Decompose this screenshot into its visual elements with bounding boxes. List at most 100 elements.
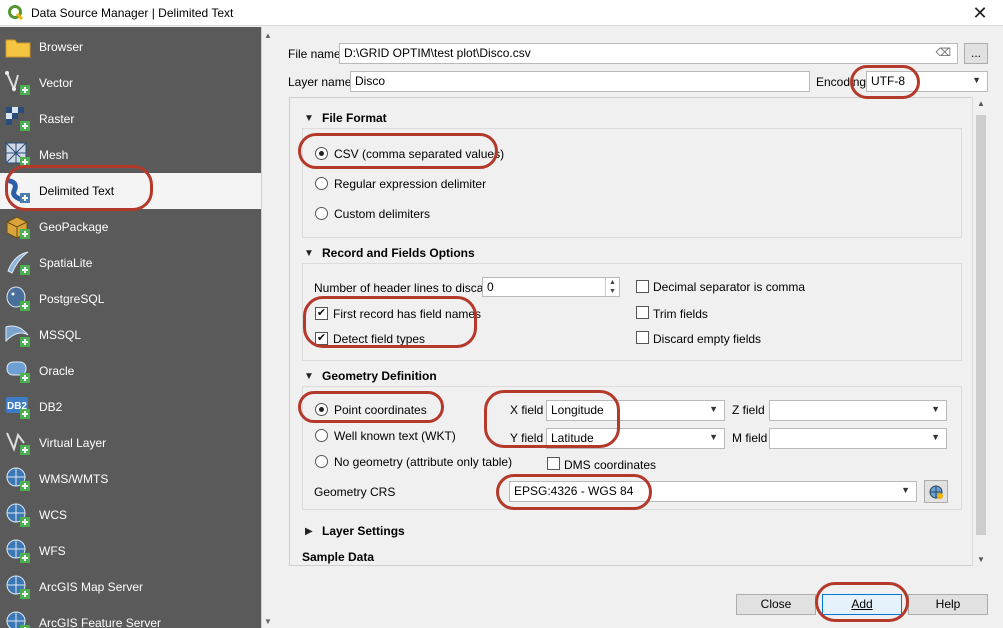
sidebar-item-delimited-text[interactable]: Delimited Text bbox=[0, 173, 261, 209]
spin-arrows-icon[interactable]: ▲ ▼ bbox=[605, 278, 619, 296]
csv-label: CSV (comma separated values) bbox=[334, 147, 505, 161]
sidebar-item-wcs[interactable]: WCS bbox=[0, 497, 261, 533]
delimited-text-icon bbox=[7, 178, 30, 203]
chevron-down-icon: ▼ bbox=[901, 485, 910, 495]
sidebar-item-label: GeoPackage bbox=[39, 220, 109, 234]
sidebar-item-db2[interactable]: DB2 DB2 bbox=[0, 389, 261, 425]
sidebar-item-oracle[interactable]: Oracle bbox=[0, 353, 261, 389]
y-field-label: Y field bbox=[510, 431, 544, 445]
trim-fields-label: Trim fields bbox=[653, 307, 708, 321]
wkt-radio[interactable] bbox=[315, 429, 328, 442]
scroll-down-icon[interactable]: ▼ bbox=[264, 617, 272, 626]
scroll-up-icon[interactable]: ▲ bbox=[977, 99, 985, 108]
chevron-down-icon: ▼ bbox=[709, 404, 718, 414]
csv-radio[interactable] bbox=[315, 147, 328, 160]
spatialite-icon bbox=[7, 251, 30, 275]
detect-types-checkbox[interactable]: ✔ bbox=[315, 332, 328, 345]
collapse-triangle-icon[interactable]: ▼ bbox=[304, 248, 314, 259]
globe-icon bbox=[929, 485, 943, 499]
scrollbar-thumb[interactable] bbox=[976, 115, 986, 535]
layer-name-input[interactable]: Disco bbox=[350, 71, 810, 92]
sidebar-item-browser[interactable]: Browser bbox=[0, 29, 261, 65]
crs-select[interactable]: EPSG:4326 - WGS 84 ▼ bbox=[509, 481, 917, 502]
z-field-select[interactable]: ▼ bbox=[769, 400, 947, 421]
add-button[interactable]: Add bbox=[822, 594, 902, 615]
wfs-icon bbox=[6, 539, 30, 563]
sidebar-scrollbar[interactable]: ▲ ▼ bbox=[261, 27, 273, 628]
sidebar-item-label: Vector bbox=[39, 76, 74, 90]
sidebar-item-mssql[interactable]: MSSQL bbox=[0, 317, 261, 353]
record-options-title[interactable]: Record and Fields Options bbox=[322, 246, 475, 260]
no-geometry-label: No geometry (attribute only table) bbox=[334, 455, 513, 469]
help-button[interactable]: Help bbox=[908, 594, 988, 615]
sidebar-item-virtual-layer[interactable]: Virtual Layer bbox=[0, 425, 261, 461]
crs-selector-button[interactable] bbox=[924, 480, 948, 503]
sidebar-item-wms[interactable]: WMS/WMTS bbox=[0, 461, 261, 497]
sidebar-item-vector[interactable]: Vector bbox=[0, 65, 261, 101]
m-field-select[interactable]: ▼ bbox=[769, 428, 947, 449]
sidebar-item-spatialite[interactable]: SpatiaLite bbox=[0, 245, 261, 281]
wms-icon bbox=[6, 467, 30, 491]
close-window-icon[interactable]: ✕ bbox=[967, 3, 993, 24]
file-name-label: File name bbox=[288, 47, 341, 61]
trim-fields-checkbox[interactable] bbox=[636, 306, 649, 319]
sidebar-item-label: SpatiaLite bbox=[39, 256, 93, 270]
collapse-triangle-icon[interactable]: ▼ bbox=[304, 113, 314, 124]
virtual-layer-icon bbox=[6, 432, 30, 455]
point-coordinates-radio[interactable] bbox=[315, 403, 328, 416]
encoding-select[interactable]: UTF-8 ▼ bbox=[866, 71, 988, 92]
file-format-title[interactable]: File Format bbox=[322, 111, 387, 125]
sidebar-item-label: PostgreSQL bbox=[39, 292, 105, 306]
browse-button[interactable]: ... bbox=[964, 43, 988, 64]
regex-radio[interactable] bbox=[315, 177, 328, 190]
expand-triangle-icon[interactable]: ▶ bbox=[305, 526, 313, 537]
y-field-select[interactable]: Latitude ▼ bbox=[546, 428, 725, 449]
layer-settings-title[interactable]: Layer Settings bbox=[322, 524, 405, 538]
file-name-input[interactable]: D:\GRID OPTIM\test plot\Disco.csv ⌫ bbox=[339, 43, 958, 64]
regex-label: Regular expression delimiter bbox=[334, 177, 487, 191]
header-lines-spinbox[interactable]: 0 ▲ ▼ bbox=[482, 277, 620, 297]
encoding-label: Encoding bbox=[816, 75, 867, 89]
options-scrollbar[interactable]: ▲ ▼ bbox=[972, 97, 988, 566]
discard-empty-checkbox[interactable] bbox=[636, 331, 649, 344]
header-lines-label: Number of header lines to discard bbox=[314, 281, 495, 295]
close-button[interactable]: Close bbox=[736, 594, 816, 615]
geometry-title[interactable]: Geometry Definition bbox=[322, 369, 437, 383]
header-lines-value: 0 bbox=[487, 280, 494, 294]
sidebar-item-label: MSSQL bbox=[39, 328, 82, 342]
first-record-checkbox[interactable]: ✔ bbox=[315, 307, 328, 320]
qgis-logo-icon bbox=[8, 4, 24, 20]
x-field-select[interactable]: Longitude ▼ bbox=[546, 400, 725, 421]
sidebar-item-wfs[interactable]: WFS bbox=[0, 533, 261, 569]
add-button-label: Add bbox=[851, 597, 873, 611]
custom-delimiters-radio[interactable] bbox=[315, 207, 328, 220]
collapse-triangle-icon[interactable]: ▼ bbox=[304, 371, 314, 382]
sidebar-item-arcgis-map-server[interactable]: ArcGIS Map Server bbox=[0, 569, 261, 605]
sidebar: Browser Vector Raster Mesh Delimited Tex… bbox=[0, 27, 261, 628]
geopackage-icon bbox=[6, 216, 30, 239]
scroll-up-icon[interactable]: ▲ bbox=[264, 31, 272, 40]
clear-input-icon[interactable]: ⌫ bbox=[935, 46, 951, 59]
sidebar-item-geopackage[interactable]: GeoPackage bbox=[0, 209, 261, 245]
mesh-icon bbox=[5, 142, 30, 167]
decimal-comma-checkbox[interactable] bbox=[636, 280, 649, 293]
sidebar-item-label: ArcGIS Map Server bbox=[39, 580, 144, 594]
no-geometry-radio[interactable] bbox=[315, 455, 328, 468]
chevron-down-icon: ▼ bbox=[931, 404, 940, 414]
sidebar-item-label: WMS/WMTS bbox=[39, 472, 109, 486]
layer-name-label: Layer name bbox=[288, 75, 352, 89]
dms-checkbox[interactable] bbox=[547, 457, 560, 470]
sidebar-item-raster[interactable]: Raster bbox=[0, 101, 261, 137]
sidebar-item-mesh[interactable]: Mesh bbox=[0, 137, 261, 173]
crs-value: EPSG:4326 - WGS 84 bbox=[514, 484, 634, 498]
m-field-label: M field bbox=[732, 431, 768, 445]
discard-empty-label: Discard empty fields bbox=[653, 332, 762, 346]
db2-icon: DB2 bbox=[6, 397, 30, 419]
sidebar-item-arcgis-feature-server[interactable]: ArcGIS Feature Server bbox=[0, 605, 261, 628]
encoding-value: UTF-8 bbox=[871, 74, 905, 88]
custom-delimiters-label: Custom delimiters bbox=[334, 207, 431, 221]
scroll-down-icon[interactable]: ▼ bbox=[977, 555, 985, 564]
sidebar-item-postgresql[interactable]: PostgreSQL bbox=[0, 281, 261, 317]
sidebar-item-label: Raster bbox=[39, 112, 75, 126]
sidebar-item-label: ArcGIS Feature Server bbox=[39, 616, 162, 628]
